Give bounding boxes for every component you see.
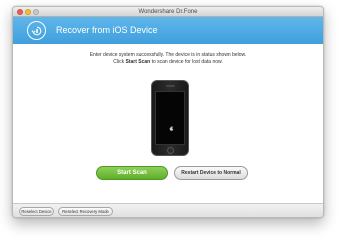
instruction-suffix: to scan device for lost data now. xyxy=(150,58,223,65)
footer-bar: Reselect Device Reselect Recovery Mode xyxy=(13,203,323,217)
reselect-recovery-mode-button[interactable]: Reselect Recovery Mode xyxy=(58,207,113,216)
instructions-text: Enter device system successfully. The de… xyxy=(13,52,323,65)
header-bar: Recover from iOS Device xyxy=(13,17,323,44)
app-window: Wondershare Dr.Fone Recover from iOS Dev… xyxy=(12,6,324,218)
instruction-line-2: Click Start Scan to scan device for lost… xyxy=(13,59,323,66)
phone-speaker xyxy=(166,85,175,87)
title-bar: Wondershare Dr.Fone xyxy=(13,7,323,17)
start-scan-button[interactable]: Start Scan xyxy=(96,166,168,180)
reselect-device-button[interactable]: Reselect Device xyxy=(19,207,54,216)
restart-device-button[interactable]: Restart Device to Normal xyxy=(174,166,248,180)
instruction-prefix: Click xyxy=(113,58,126,65)
instruction-bold: Start Scan xyxy=(125,58,151,65)
apple-logo-icon xyxy=(169,126,174,131)
iphone-image xyxy=(151,80,189,156)
page-title: Recover from iOS Device xyxy=(56,25,158,35)
restore-icon xyxy=(27,21,46,40)
window-title: Wondershare Dr.Fone xyxy=(138,9,198,15)
phone-screen xyxy=(155,91,185,145)
home-button-icon xyxy=(167,147,174,154)
